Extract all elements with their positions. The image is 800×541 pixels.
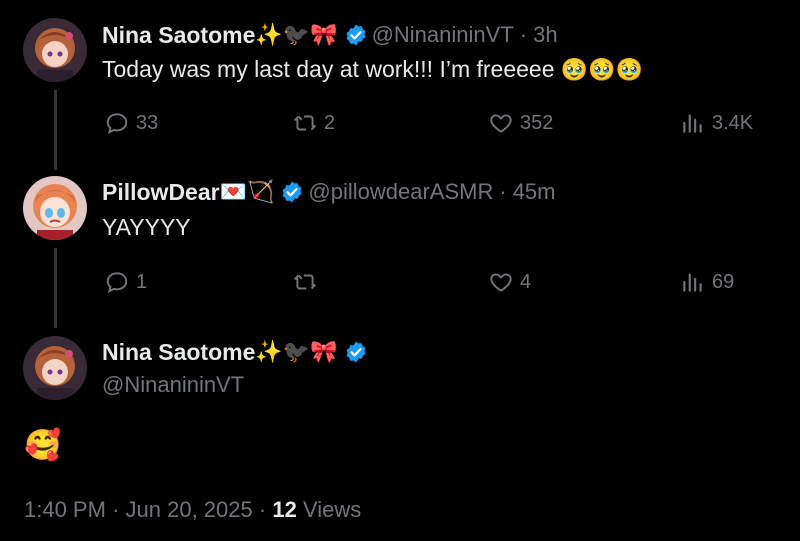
- separator: ·: [258, 497, 267, 522]
- repost-count: 2: [324, 111, 336, 134]
- tweet-header: Nina Saotome ✨🐦‍⬛🎀 @NinanininVT · 3h: [102, 20, 558, 50]
- repost-button[interactable]: 2: [292, 110, 335, 136]
- reply-button[interactable]: 1: [104, 269, 147, 295]
- reply-count: 33: [136, 111, 159, 134]
- views-button[interactable]: 69: [680, 269, 734, 295]
- separator: ·: [112, 497, 120, 522]
- post-header: Nina Saotome ✨🐦‍⬛🎀: [102, 337, 372, 367]
- heart-icon: [490, 273, 512, 292]
- heart-icon: [490, 114, 512, 133]
- display-name[interactable]: Nina Saotome: [102, 22, 255, 49]
- separator: ·: [499, 179, 507, 204]
- avatar[interactable]: [23, 18, 87, 82]
- like-count: 352: [520, 111, 554, 134]
- repost-button[interactable]: [292, 269, 324, 295]
- thread-line: [54, 248, 57, 328]
- reply-button[interactable]: 33: [104, 110, 158, 136]
- display-name[interactable]: PillowDear: [102, 179, 220, 206]
- analytics-icon: [683, 114, 702, 133]
- tweet-header: PillowDear 💌🏹 @pillowdearASMR · 45m: [102, 177, 555, 207]
- analytics-icon: [683, 273, 702, 292]
- timestamp[interactable]: 45m: [513, 179, 556, 205]
- reply-icon: [106, 113, 128, 135]
- post-date[interactable]: Jun 20, 2025: [126, 497, 253, 522]
- display-name[interactable]: Nina Saotome: [102, 339, 255, 366]
- post-meta: 1:40 PM · Jun 20, 2025 · 12 Views: [24, 497, 361, 523]
- user-handle[interactable]: @pillowdearASMR: [308, 179, 493, 205]
- verified-badge-icon: [346, 24, 366, 46]
- user-handle[interactable]: @NinanininVT: [372, 22, 514, 48]
- verified-badge-icon: [346, 341, 366, 363]
- repost-icon: [294, 115, 316, 131]
- views-count: 69: [712, 270, 735, 293]
- timestamp[interactable]: 3h: [533, 22, 557, 48]
- verified-badge-icon: [282, 181, 302, 203]
- separator: ·: [519, 22, 528, 47]
- name-emojis: 💌🏹: [219, 179, 275, 205]
- views-count: 12: [272, 497, 297, 522]
- views-count: 3.4K: [712, 111, 754, 134]
- views-button[interactable]: 3.4K: [680, 110, 753, 136]
- avatar[interactable]: [23, 336, 87, 400]
- repost-icon: [294, 274, 316, 290]
- like-button[interactable]: 4: [488, 269, 531, 295]
- tweet-text-emojis: 🥹🥹🥹: [560, 58, 644, 84]
- post-time[interactable]: 1:40 PM: [24, 497, 106, 522]
- name-emojis: ✨🐦‍⬛🎀: [255, 22, 338, 48]
- tweet-text: Today was my last day at work!!! I’m fre…: [102, 56, 643, 83]
- tweet-text: YAYYYY: [102, 214, 191, 241]
- tweet-text-content: YAYYYY: [102, 214, 191, 240]
- reply-icon: [106, 272, 128, 294]
- reply-count: 1: [136, 270, 148, 293]
- like-count: 4: [520, 270, 532, 293]
- post-handle-row: @NinanininVT: [102, 371, 244, 399]
- views-label: Views: [302, 497, 362, 522]
- tweet-text-content: Today was my last day at work!!! I’m fre…: [102, 56, 555, 82]
- avatar[interactable]: [23, 176, 87, 240]
- thread-line: [54, 90, 57, 170]
- user-handle[interactable]: @NinanininVT: [102, 372, 244, 398]
- like-button[interactable]: 352: [488, 110, 553, 136]
- post-text: 🥰: [24, 428, 61, 463]
- name-emojis: ✨🐦‍⬛🎀: [255, 339, 338, 365]
- post-emoji: 🥰: [24, 428, 62, 463]
